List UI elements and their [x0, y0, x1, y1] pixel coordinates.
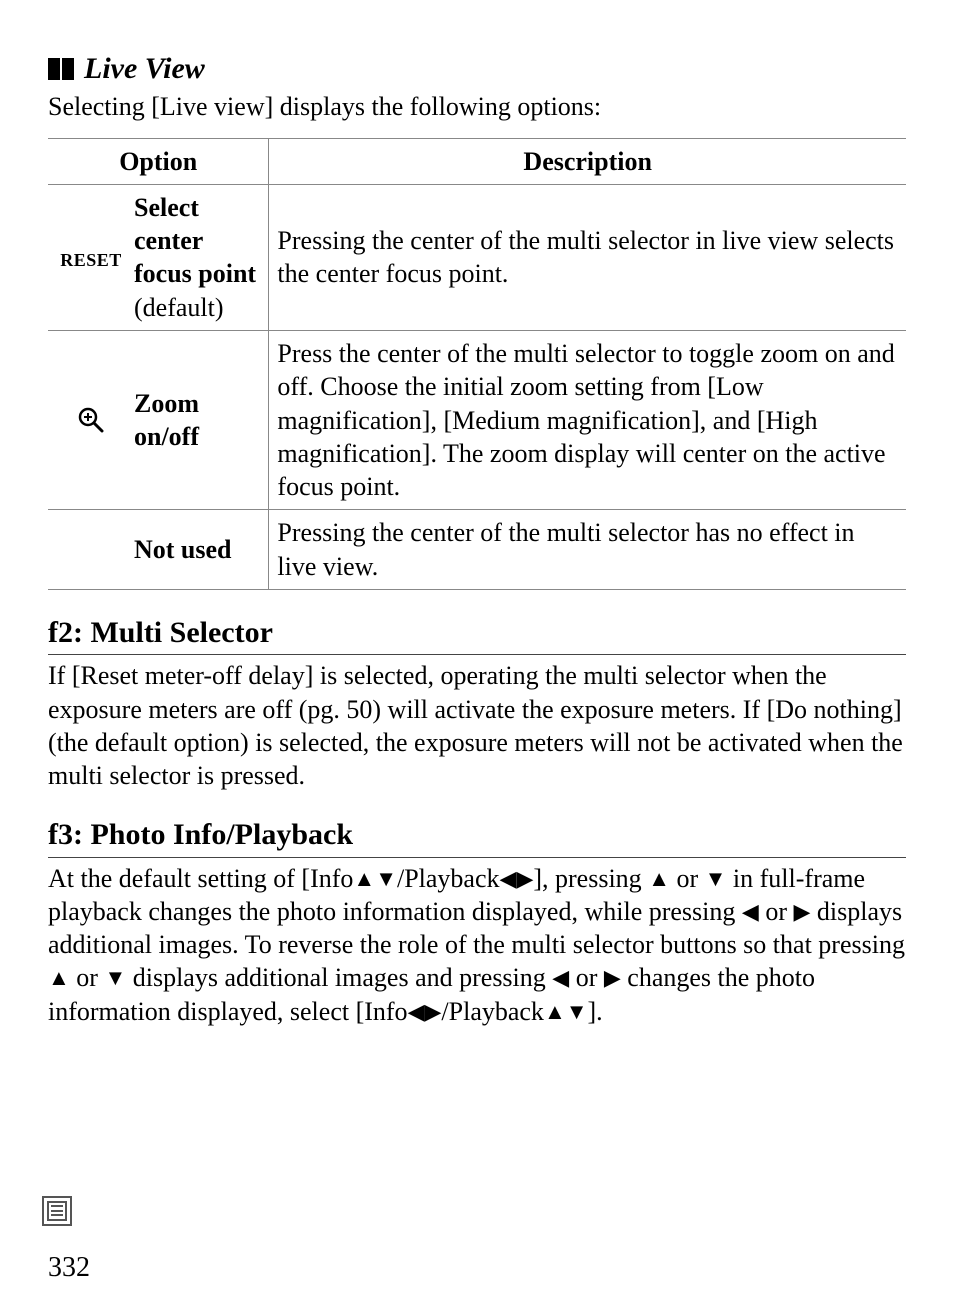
liveview-heading: Live View	[48, 50, 906, 88]
section-marker-icon	[48, 58, 74, 80]
liveview-heading-text: Live View	[84, 50, 205, 88]
manual-page: Live View Selecting [Live view] displays…	[0, 0, 954, 1314]
row0-icon: RESET	[48, 184, 126, 330]
row2-desc: Pressing the center of the multi selecto…	[269, 510, 906, 590]
row1-icon	[48, 330, 126, 509]
row2-label: Not used	[126, 510, 269, 590]
th-description: Description	[269, 138, 906, 184]
th-option: Option	[48, 138, 269, 184]
row1-label: Zoom on/off	[126, 330, 269, 509]
row0-desc: Pressing the center of the multi selecto…	[269, 184, 906, 330]
f2-body: If [Reset meter-off delay] is selected, …	[48, 659, 906, 792]
f3-title: f3: Photo Info/Playback	[48, 816, 906, 857]
page-number: 332	[48, 1250, 90, 1286]
magnify-plus-icon	[56, 407, 126, 433]
reset-icon: RESET	[60, 250, 122, 270]
row0-label: Select center focus point (default)	[126, 184, 269, 330]
footer-menu-icon	[42, 1196, 72, 1234]
liveview-intro: Selecting [Live view] displays the follo…	[48, 90, 906, 123]
table-row: RESET Select center focus point (default…	[48, 184, 906, 330]
liveview-options-table: Option Description RESET Select center f…	[48, 138, 906, 590]
menu-icon	[42, 1196, 72, 1226]
row2-icon	[48, 510, 126, 590]
table-row: Zoom on/off Press the center of the mult…	[48, 330, 906, 509]
f2-title: f2: Multi Selector	[48, 614, 906, 655]
f3-body: At the default setting of [Info▲▼/Playba…	[48, 862, 906, 1028]
row1-desc: Press the center of the multi selector t…	[269, 330, 906, 509]
table-row: Not used Pressing the center of the mult…	[48, 510, 906, 590]
